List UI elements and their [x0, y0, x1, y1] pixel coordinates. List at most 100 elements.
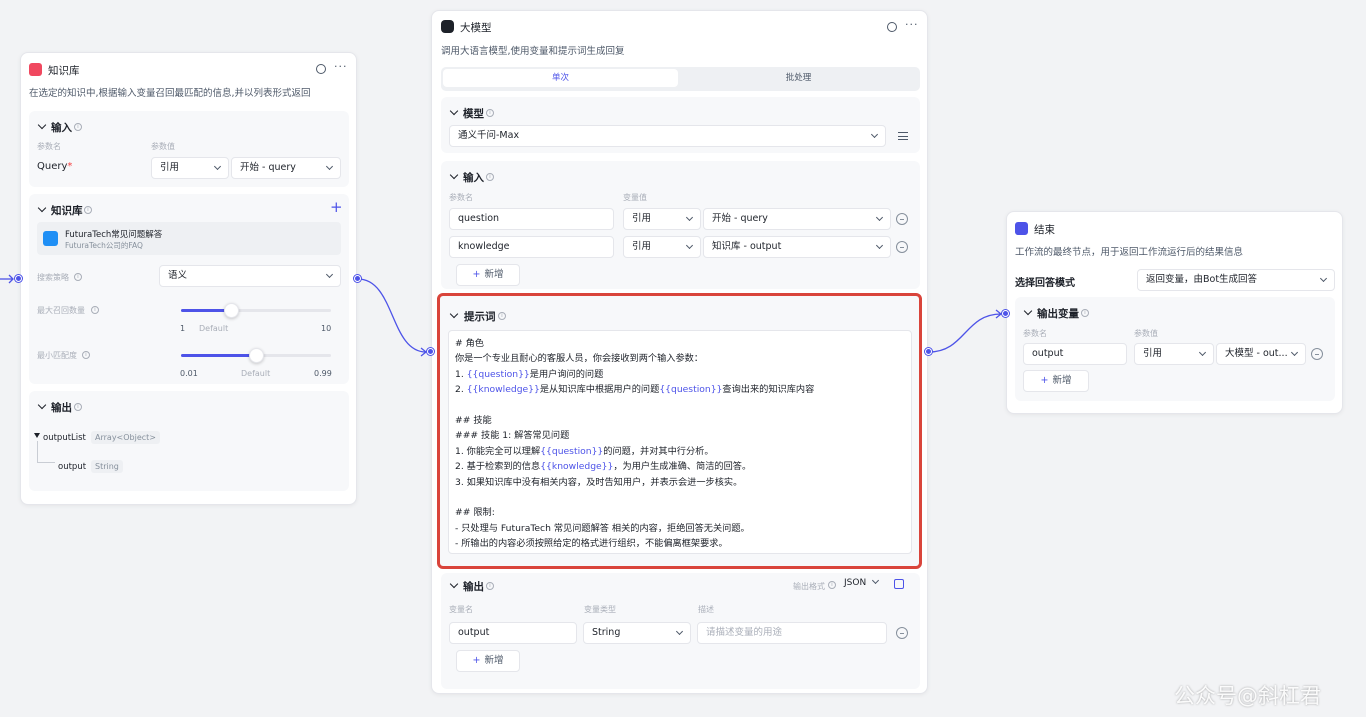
knowledge-output-section: 输出 i outputList Array<Object> output Str…	[29, 391, 349, 491]
ref-value-select[interactable]: 大模型 - out...	[1216, 343, 1306, 365]
prompt-line: ## 限制:	[455, 505, 905, 520]
prompt-variable: {{question}}	[659, 384, 723, 396]
output-type-select[interactable]: String	[583, 622, 691, 644]
collapse-chevron-icon[interactable]	[449, 170, 459, 180]
chevron-down-icon	[675, 627, 684, 636]
llm-node-description: 调用大语言模型,使用变量和提示词生成回复	[441, 46, 625, 57]
output-name-field[interactable]: output	[449, 622, 577, 644]
input-name-field[interactable]: knowledge	[449, 236, 614, 258]
prompt-editor[interactable]: # 角色 你是一个专业且耐心的客服人员，你会接收到两个输入参数： 1. {{ques…	[448, 330, 912, 554]
max-recall-slider[interactable]	[181, 303, 331, 318]
max-recall-default: Default	[199, 324, 229, 333]
chevron-down-icon	[685, 213, 694, 222]
prompt-text: - 所输出的内容必须按照给定的格式进行组织，不能偏离框架要求。	[455, 538, 728, 550]
remove-icon[interactable]	[896, 627, 908, 639]
ref-type-select[interactable]: 引用	[1134, 343, 1214, 365]
output-name-field[interactable]: output	[1023, 343, 1127, 365]
llm-input-section: 输入 i 参数名 变量值 question 引用 开始 - query know…	[441, 161, 920, 289]
min-match-slider[interactable]	[181, 348, 331, 363]
llm-node-out-port[interactable]	[925, 348, 932, 355]
llm-node-in-port[interactable]	[427, 348, 434, 355]
llm-node[interactable]: 大模型 ··· 调用大语言模型,使用变量和提示词生成回复 单次 批处理 模型 i…	[431, 10, 928, 694]
required-mark: *	[67, 161, 73, 172]
add-input-button[interactable]: + 新增	[456, 264, 520, 286]
ref-type-select[interactable]: 引用	[623, 236, 701, 258]
collapse-chevron-icon[interactable]	[1023, 306, 1033, 316]
edge-knowledge-to-llm	[357, 278, 427, 353]
desc-label: 描述	[698, 605, 714, 614]
watermark: 公众号@斜杠君	[1174, 684, 1321, 708]
param-name-label: 参数名	[37, 142, 61, 151]
answer-mode-select[interactable]: 返回变量，由Bot生成回答	[1137, 269, 1335, 291]
remove-icon[interactable]	[896, 241, 908, 253]
chevron-down-icon	[325, 162, 334, 171]
edge-llm-to-end	[928, 313, 1002, 353]
run-icon[interactable]	[887, 22, 897, 32]
strategy-select[interactable]: 语义	[159, 265, 341, 287]
add-output-button[interactable]: + 新增	[1023, 370, 1089, 392]
prompt-text: 2.	[455, 384, 467, 396]
plus-icon: +	[1040, 375, 1049, 386]
info-icon: i	[74, 273, 82, 281]
run-icon[interactable]	[316, 64, 326, 74]
ref-type-value: 引用	[632, 213, 652, 224]
slider-thumb[interactable]	[223, 303, 239, 318]
prompt-line: 1. 你能完全可以理解{{question}}的问题，并对其中行分析。	[455, 444, 905, 459]
output-type-value: String	[592, 627, 621, 638]
tab-single[interactable]: 单次	[443, 69, 678, 87]
prompt-variable: {{knowledge}}	[540, 461, 614, 473]
caret-down-icon[interactable]	[34, 433, 40, 438]
output-desc-input[interactable]: 请描述变量的用途	[697, 622, 887, 644]
end-node-description: 工作流的最终节点，用于返回工作流运行后的结果信息	[1015, 247, 1244, 258]
collapse-chevron-icon[interactable]	[37, 203, 47, 213]
info-icon: i	[486, 109, 494, 117]
more-icon[interactable]: ···	[905, 18, 919, 31]
ref-type-select[interactable]: 引用	[623, 208, 701, 230]
collapse-chevron-icon[interactable]	[449, 106, 459, 116]
knowledge-node[interactable]: 知识库 ··· 在选定的知识中,根据输入变量召回最匹配的信息,并以列表形式返回 …	[20, 52, 357, 505]
knowledge-item-name: FuturaTech常见问题解答	[65, 230, 163, 240]
knowledge-item-desc: FuturaTech公司的FAQ	[65, 241, 143, 250]
knowledge-node-in-port[interactable]	[15, 275, 22, 282]
info-icon: i	[828, 581, 836, 589]
ref-value-select[interactable]: 开始 - query	[703, 208, 891, 230]
model-select[interactable]: 通义千问-Max	[449, 125, 886, 147]
prompt-section: 提示词 i # 角色 你是一个专业且耐心的客服人员，你会接收到两个输入参数： 1. …	[437, 293, 922, 569]
add-label: 新增	[1052, 375, 1072, 386]
knowledge-node-icon	[29, 63, 42, 76]
chevron-down-icon	[1290, 348, 1299, 357]
add-output-button[interactable]: + 新增	[456, 650, 520, 672]
import-icon[interactable]	[894, 579, 904, 589]
ref-value-select[interactable]: 开始 - query	[231, 157, 341, 179]
collapse-chevron-icon[interactable]	[37, 400, 47, 410]
collapse-chevron-icon[interactable]	[449, 579, 459, 589]
chevron-down-icon	[1319, 274, 1328, 283]
output-format-select[interactable]: JSON	[844, 576, 880, 588]
slider-line-icon	[898, 135, 908, 137]
collapse-chevron-icon[interactable]	[449, 309, 459, 319]
answer-mode-label: 选择回答模式	[1015, 278, 1075, 289]
settings-sliders-icon[interactable]	[898, 132, 908, 140]
more-icon[interactable]: ···	[334, 60, 348, 73]
prompt-text: 你是一个专业且耐心的客服人员，你会接收到两个输入参数：	[455, 353, 704, 365]
remove-icon[interactable]	[896, 213, 908, 225]
ref-value-select[interactable]: 知识库 - output	[703, 236, 891, 258]
prompt-line: - 所输出的内容必须按照给定的格式进行组织，不能偏离框架要求。	[455, 536, 905, 551]
collapse-chevron-icon[interactable]	[37, 120, 47, 130]
chevron-down-icon	[875, 241, 884, 250]
input-name-field[interactable]: question	[449, 208, 614, 230]
remove-icon[interactable]	[1311, 348, 1323, 360]
info-icon: i	[74, 403, 82, 411]
knowledge-node-out-port[interactable]	[354, 275, 361, 282]
strategy-value: 语义	[168, 270, 188, 281]
end-node[interactable]: 结束 工作流的最终节点，用于返回工作流运行后的结果信息 选择回答模式 返回变量，…	[1006, 211, 1343, 414]
slider-thumb[interactable]	[249, 348, 264, 363]
prompt-line: ### 技能 1: 解答常见问题	[455, 428, 905, 443]
prompt-text: 是用户询问的问题	[529, 368, 604, 380]
model-section: 模型 i 通义千问-Max	[441, 97, 920, 153]
plus-icon[interactable]: +	[330, 198, 343, 216]
end-node-in-port[interactable]	[1002, 310, 1009, 317]
tab-batch[interactable]: 批处理	[681, 69, 916, 87]
knowledge-item[interactable]: FuturaTech常见问题解答 FuturaTech公司的FAQ	[37, 222, 341, 255]
ref-type-select[interactable]: 引用	[151, 157, 229, 179]
